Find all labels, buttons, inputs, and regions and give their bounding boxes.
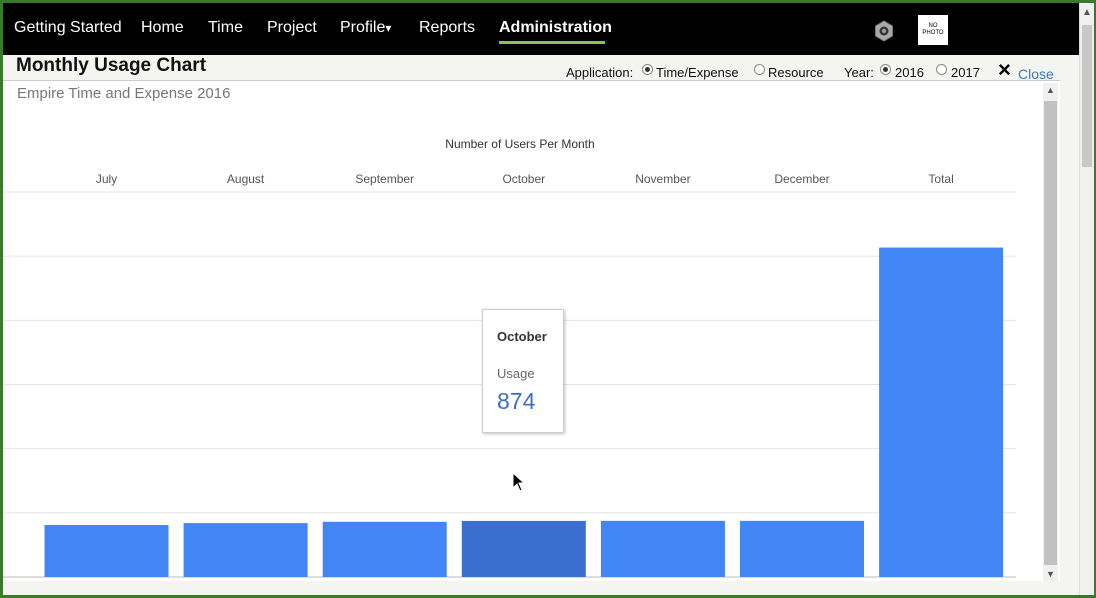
radio-resource-label[interactable]: Resource — [768, 65, 824, 80]
top-navigation: Getting Started Home Time Project Profil… — [3, 3, 1079, 55]
bar-november — [600, 520, 725, 577]
chevron-down-icon: ▾ — [385, 21, 392, 35]
bar-october — [461, 520, 586, 577]
nav-project[interactable]: Project — [267, 19, 317, 37]
radio-year-2017-label[interactable]: 2017 — [951, 65, 980, 80]
bar-december — [740, 520, 864, 577]
year-label: Year: — [844, 65, 874, 80]
radio-year-2016-label[interactable]: 2016 — [895, 65, 924, 80]
nav-profile-label: Profile — [340, 19, 386, 36]
chart-scrollbar[interactable]: ▲ ▼ — [1043, 83, 1058, 581]
page-scrollbar[interactable]: ▲ — [1079, 3, 1094, 595]
category-label: October — [502, 172, 545, 186]
nav-reports[interactable]: Reports — [419, 19, 475, 37]
application-label: Application: — [566, 65, 634, 80]
bar-total — [879, 247, 1004, 577]
tooltip-value: 874 — [497, 388, 536, 414]
scroll-down-icon[interactable]: ▼ — [1046, 569, 1055, 579]
scroll-up-icon[interactable]: ▲ — [1082, 7, 1092, 18]
nav-time[interactable]: Time — [208, 19, 243, 37]
category-label: November — [635, 172, 690, 186]
bar-september — [322, 521, 447, 577]
nav-getting-started[interactable]: Getting Started — [14, 19, 122, 37]
mouse-cursor-icon — [512, 472, 526, 492]
category-label: August — [227, 172, 265, 186]
category-label: Total — [928, 172, 953, 186]
radio-time-expense-label[interactable]: Time/Expense — [656, 65, 739, 80]
nav-home[interactable]: Home — [141, 19, 184, 37]
active-nav-indicator — [499, 41, 605, 44]
category-label: September — [355, 172, 414, 186]
tooltip-title: October — [497, 329, 547, 344]
chart-title: Number of Users Per Month — [445, 137, 594, 151]
settings-gear-icon[interactable] — [872, 19, 896, 43]
page-scroll-thumb[interactable] — [1082, 25, 1092, 167]
nav-administration[interactable]: Administration — [499, 19, 612, 37]
bar-august — [183, 523, 308, 577]
bottom-strip — [3, 581, 1079, 595]
radio-time-expense[interactable] — [642, 64, 653, 75]
scroll-up-icon[interactable]: ▲ — [1046, 85, 1055, 95]
chart-scroll-thumb[interactable] — [1044, 101, 1057, 565]
chart-tooltip: October Usage 874 — [482, 309, 564, 433]
radio-year-2016[interactable] — [880, 64, 891, 75]
category-label: December — [774, 172, 829, 186]
page-title: Monthly Usage Chart — [16, 55, 207, 76]
bar-july — [44, 525, 169, 577]
category-label: July — [96, 172, 117, 186]
radio-resource[interactable] — [754, 64, 765, 75]
nav-profile[interactable]: Profile▾ — [340, 19, 391, 37]
tooltip-label: Usage — [497, 366, 535, 381]
avatar[interactable]: NO PHOTO — [918, 15, 948, 45]
radio-year-2017[interactable] — [936, 64, 947, 75]
